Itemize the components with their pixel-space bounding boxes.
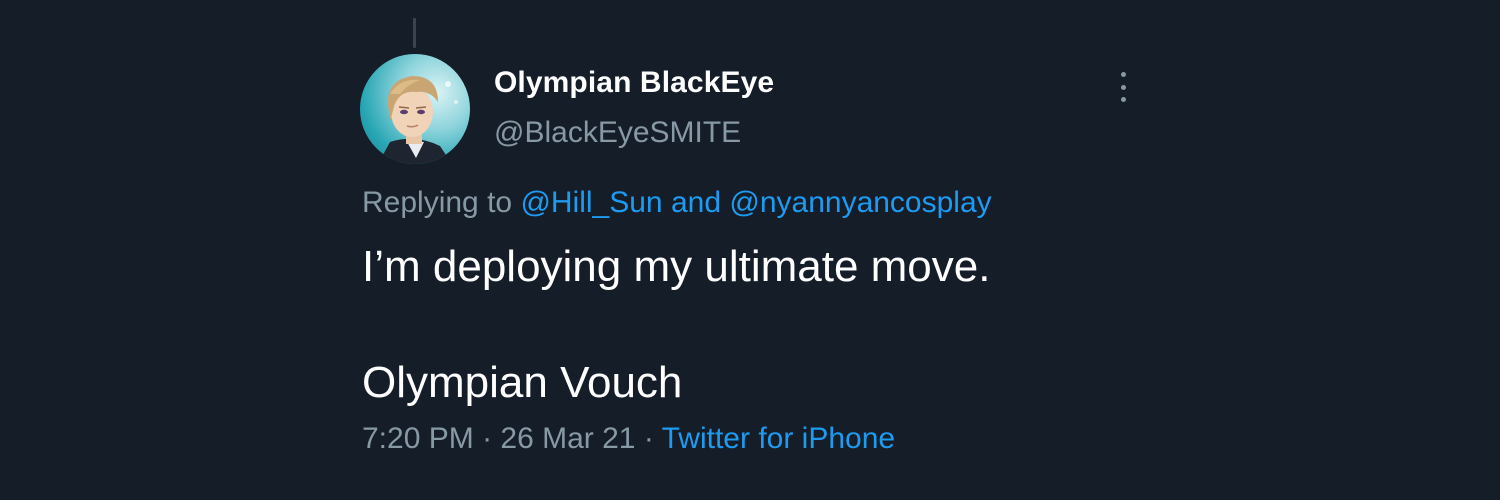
- tweet-source[interactable]: Twitter for iPhone: [662, 422, 895, 455]
- more-vertical-icon-dot: [1120, 84, 1126, 90]
- author-handle[interactable]: @BlackEyeSMITE: [494, 116, 741, 150]
- author-display-name[interactable]: Olympian BlackEye: [494, 66, 774, 100]
- reply-mention-hill-sun[interactable]: @Hill_Sun: [520, 186, 662, 219]
- more-options-button[interactable]: [1110, 70, 1136, 104]
- meta-separator: ·: [643, 422, 654, 455]
- more-vertical-icon-dot: [1120, 97, 1126, 102]
- tweet-text-line-2: Olympian Vouch: [362, 358, 683, 407]
- avatar[interactable]: [360, 54, 470, 164]
- thread-connector-line: [413, 18, 416, 48]
- avatar-illustration: [378, 76, 458, 164]
- replying-to: Replying to @Hill_Sun and @nyannyancospl…: [362, 186, 992, 220]
- reply-mention-conjunction: and: [670, 186, 722, 219]
- more-vertical-icon: [1120, 72, 1126, 77]
- tweet-detail-view: Olympian BlackEye @BlackEyeSMITE Replyin…: [0, 0, 1500, 500]
- meta-separator: ·: [482, 422, 493, 455]
- replying-to-prefix: Replying to: [362, 186, 513, 219]
- tweet-text-line-1: I’m deploying my ultimate move.: [362, 242, 991, 291]
- tweet-date[interactable]: 26 Mar 21: [500, 422, 635, 455]
- reply-mention-nyannyancosplay[interactable]: @nyannyancosplay: [729, 186, 991, 219]
- tweet-metadata: 7:20 PM · 26 Mar 21 · Twitter for iPhone: [362, 422, 895, 456]
- tweet-time[interactable]: 7:20 PM: [362, 422, 474, 455]
